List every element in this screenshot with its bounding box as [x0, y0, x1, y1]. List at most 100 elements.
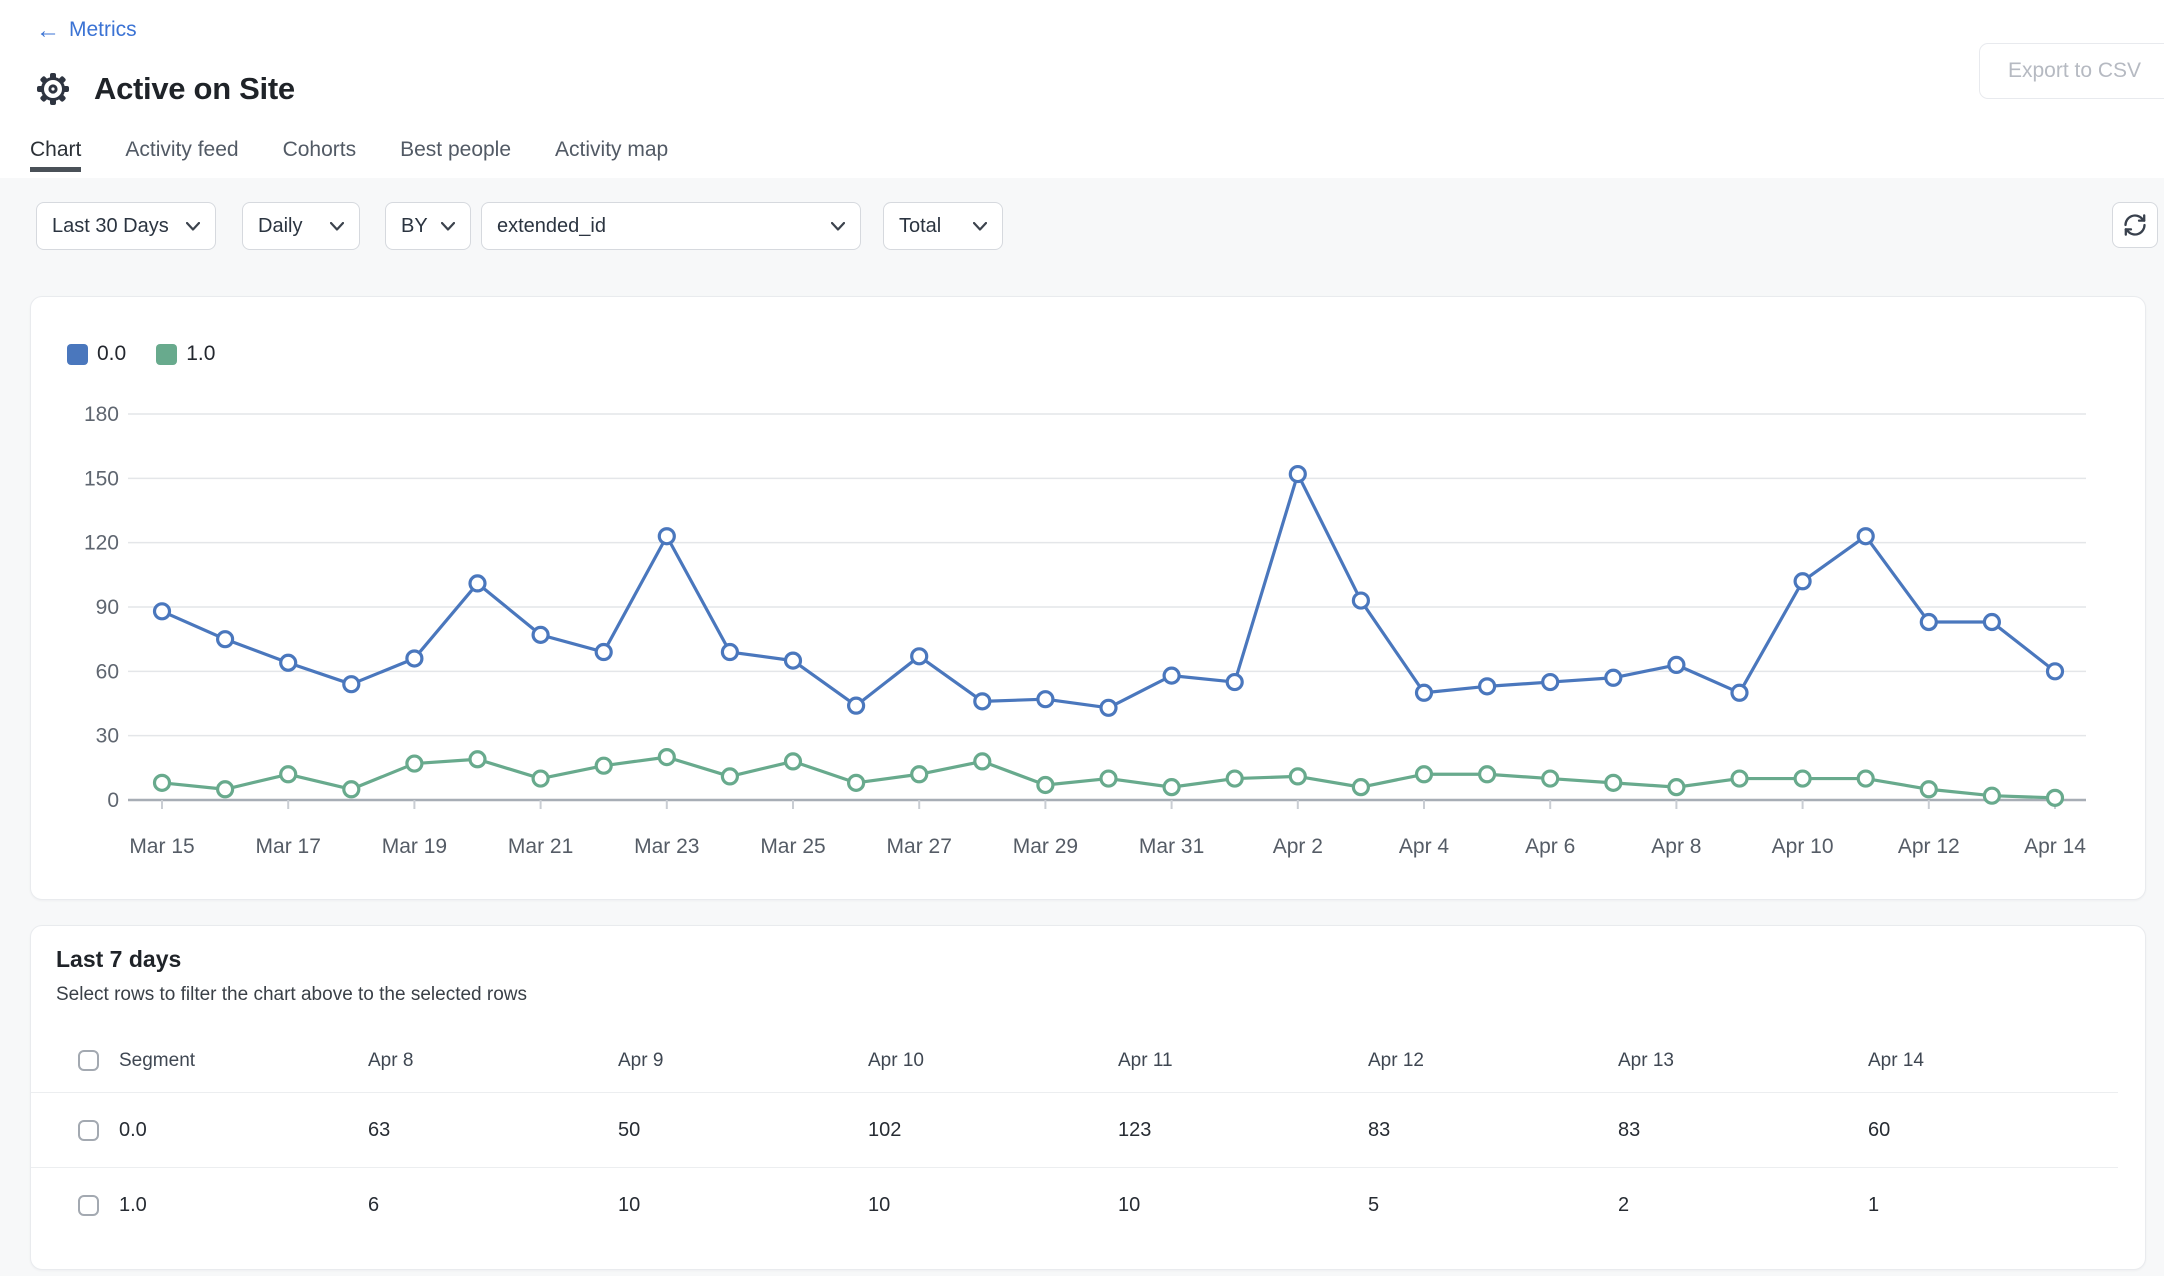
- data-point[interactable]: [1606, 775, 1621, 790]
- data-point[interactable]: [281, 655, 296, 670]
- data-point[interactable]: [1858, 771, 1873, 786]
- data-point[interactable]: [218, 782, 233, 797]
- export-to-csv-button[interactable]: Export to CSV: [1979, 43, 2164, 99]
- data-point[interactable]: [533, 627, 548, 642]
- tab-cohorts[interactable]: Cohorts: [283, 138, 357, 172]
- y-axis-label: 180: [84, 403, 119, 426]
- x-axis-label: Apr 10: [1772, 835, 1834, 858]
- data-point[interactable]: [722, 645, 737, 660]
- refresh-icon: [2121, 211, 2149, 239]
- data-point[interactable]: [1353, 593, 1368, 608]
- data-point[interactable]: [155, 775, 170, 790]
- data-point[interactable]: [659, 750, 674, 765]
- legend-label: 1.0: [186, 342, 215, 366]
- data-point[interactable]: [344, 677, 359, 692]
- data-point[interactable]: [533, 771, 548, 786]
- data-point[interactable]: [1795, 771, 1810, 786]
- data-point[interactable]: [722, 769, 737, 784]
- legend-swatch-green: [156, 344, 177, 365]
- data-point[interactable]: [218, 632, 233, 647]
- x-axis-label: Mar 21: [508, 835, 573, 858]
- data-point[interactable]: [1921, 782, 1936, 797]
- data-point[interactable]: [786, 653, 801, 668]
- chevron-down-icon: [330, 222, 344, 231]
- aggregation-dropdown[interactable]: Total: [883, 202, 1003, 250]
- data-point[interactable]: [912, 649, 927, 664]
- tab-chart[interactable]: Chart: [30, 138, 81, 172]
- data-point[interactable]: [786, 754, 801, 769]
- data-point[interactable]: [1480, 679, 1495, 694]
- data-point[interactable]: [1227, 675, 1242, 690]
- data-point[interactable]: [1669, 780, 1684, 795]
- data-point[interactable]: [1038, 777, 1053, 792]
- tab-activity-feed[interactable]: Activity feed: [125, 138, 238, 172]
- column-header: Apr 9: [618, 1050, 868, 1072]
- data-point[interactable]: [470, 576, 485, 591]
- date-range-dropdown[interactable]: Last 30 Days: [36, 202, 216, 250]
- by-dropdown[interactable]: BY: [385, 202, 471, 250]
- table-row[interactable]: 1.0 6 10 10 10 5 2 1: [31, 1168, 2118, 1243]
- tab-best-people[interactable]: Best people: [400, 138, 511, 172]
- data-point[interactable]: [1543, 771, 1558, 786]
- data-point[interactable]: [1101, 700, 1116, 715]
- data-point[interactable]: [1669, 657, 1684, 672]
- data-point[interactable]: [344, 782, 359, 797]
- data-point[interactable]: [155, 604, 170, 619]
- data-point[interactable]: [1858, 529, 1873, 544]
- x-axis-label: Mar 23: [634, 835, 699, 858]
- refresh-button[interactable]: [2112, 202, 2158, 248]
- data-point[interactable]: [1606, 670, 1621, 685]
- data-point[interactable]: [596, 645, 611, 660]
- value-cell: 63: [368, 1119, 618, 1142]
- data-point[interactable]: [1732, 685, 1747, 700]
- legend-item-0.0[interactable]: 0.0: [67, 342, 126, 366]
- data-point[interactable]: [1921, 615, 1936, 630]
- select-all-checkbox[interactable]: [78, 1050, 99, 1071]
- data-point[interactable]: [849, 775, 864, 790]
- data-point[interactable]: [1795, 574, 1810, 589]
- data-point[interactable]: [1353, 780, 1368, 795]
- data-point[interactable]: [975, 694, 990, 709]
- data-point[interactable]: [407, 651, 422, 666]
- table-row[interactable]: 0.0 63 50 102 123 83 83 60: [31, 1093, 2118, 1168]
- data-point[interactable]: [1732, 771, 1747, 786]
- x-axis-label: Mar 25: [760, 835, 825, 858]
- data-point[interactable]: [912, 767, 927, 782]
- data-point[interactable]: [1417, 685, 1432, 700]
- data-point[interactable]: [2048, 790, 2063, 805]
- data-point[interactable]: [1101, 771, 1116, 786]
- data-point[interactable]: [1164, 780, 1179, 795]
- data-point[interactable]: [975, 754, 990, 769]
- data-point[interactable]: [1984, 788, 1999, 803]
- data-point[interactable]: [407, 756, 422, 771]
- row-checkbox[interactable]: [78, 1195, 99, 1216]
- data-point[interactable]: [1038, 692, 1053, 707]
- data-point[interactable]: [1480, 767, 1495, 782]
- data-point[interactable]: [2048, 664, 2063, 679]
- granularity-dropdown[interactable]: Daily: [242, 202, 360, 250]
- row-checkbox[interactable]: [78, 1120, 99, 1141]
- data-point[interactable]: [281, 767, 296, 782]
- legend-item-1.0[interactable]: 1.0: [156, 342, 215, 366]
- data-point[interactable]: [1984, 615, 1999, 630]
- by-label: BY: [401, 215, 428, 238]
- tab-activity-map[interactable]: Activity map: [555, 138, 668, 172]
- column-header: Apr 13: [1618, 1050, 1868, 1072]
- x-axis-label: Mar 31: [1139, 835, 1204, 858]
- data-point[interactable]: [1164, 668, 1179, 683]
- back-to-metrics-link[interactable]: ← Metrics: [36, 18, 137, 42]
- data-point[interactable]: [470, 752, 485, 767]
- data-point[interactable]: [1227, 771, 1242, 786]
- data-point[interactable]: [1417, 767, 1432, 782]
- filters-row: Last 30 Days Daily BY extended_id Total: [36, 202, 1003, 250]
- data-point[interactable]: [1543, 675, 1558, 690]
- data-point[interactable]: [849, 698, 864, 713]
- data-point[interactable]: [596, 758, 611, 773]
- data-point[interactable]: [1290, 467, 1305, 482]
- data-point[interactable]: [659, 529, 674, 544]
- data-point[interactable]: [1290, 769, 1305, 784]
- breakdown-property-dropdown[interactable]: extended_id: [481, 202, 861, 250]
- value-cell: 50: [618, 1119, 868, 1142]
- value-cell: 102: [868, 1119, 1118, 1142]
- segment-cell: 0.0: [119, 1119, 368, 1142]
